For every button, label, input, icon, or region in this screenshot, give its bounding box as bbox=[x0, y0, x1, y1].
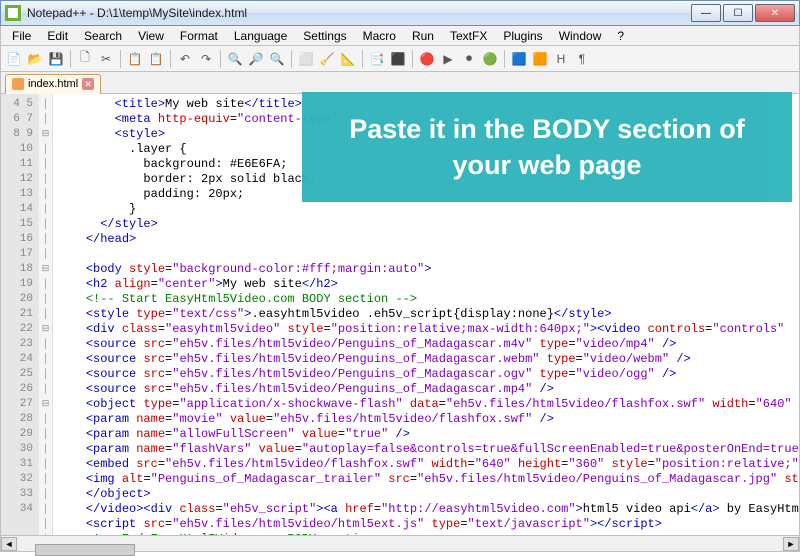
tool-btn-2[interactable]: 💾 bbox=[47, 50, 65, 68]
menu-language[interactable]: Language bbox=[227, 28, 294, 44]
menu-edit[interactable]: Edit bbox=[40, 28, 75, 44]
menu-plugins[interactable]: Plugins bbox=[496, 28, 549, 44]
tool-btn-19[interactable]: ⏺ bbox=[460, 50, 478, 68]
line-number-gutter: 4 5 6 7 8 9 10 11 12 13 14 15 16 17 18 1… bbox=[1, 94, 39, 535]
tool-btn-14[interactable]: 📐 bbox=[339, 50, 357, 68]
tool-btn-13[interactable]: 🧹 bbox=[318, 50, 336, 68]
menubar: FileEditSearchViewFormatLanguageSettings… bbox=[0, 26, 800, 46]
tool-btn-12[interactable]: ⬜ bbox=[297, 50, 315, 68]
tool-btn-10[interactable]: 🔎 bbox=[247, 50, 265, 68]
window-title: Notepad++ - D:\1\temp\MySite\index.html bbox=[27, 6, 691, 20]
tab-index-html[interactable]: index.html ✕ bbox=[5, 74, 101, 94]
menu-search[interactable]: Search bbox=[77, 28, 129, 44]
tool-btn-16[interactable]: ⬛ bbox=[389, 50, 407, 68]
tool-btn-9[interactable]: 🔍 bbox=[226, 50, 244, 68]
scroll-right-icon[interactable]: ► bbox=[783, 537, 799, 551]
minimize-button[interactable]: — bbox=[691, 4, 721, 22]
tool-btn-6[interactable]: 📋 bbox=[147, 50, 165, 68]
file-icon bbox=[12, 78, 24, 90]
menu-run[interactable]: Run bbox=[405, 28, 441, 44]
menu-view[interactable]: View bbox=[131, 28, 171, 44]
tool-btn-7[interactable]: ↶ bbox=[176, 50, 194, 68]
scroll-thumb[interactable] bbox=[35, 544, 135, 556]
tool-btn-3[interactable]: 🗋 bbox=[76, 50, 94, 68]
app-icon bbox=[5, 5, 21, 21]
fold-column[interactable]: │ │ ⊟ │ │ │ │ │ │ │ │ ⊟ │ │ │ ⊟ │ │ │ │ … bbox=[39, 94, 53, 535]
tool-btn-8[interactable]: ↷ bbox=[197, 50, 215, 68]
toolbar: 📄📂💾 🗋✂ 📋📋 ↶↷ 🔍🔎🔍 ⬜🧹📐 📑⬛ 🔴▶⏺🟢 🟦🟧H¶ bbox=[0, 46, 800, 72]
tabbar: index.html ✕ bbox=[0, 72, 800, 94]
horizontal-scrollbar[interactable]: ◄ ► bbox=[0, 536, 800, 552]
menu-[interactable]: ? bbox=[610, 28, 631, 44]
maximize-button[interactable]: ☐ bbox=[723, 4, 753, 22]
menu-format[interactable]: Format bbox=[173, 28, 225, 44]
tool-btn-21[interactable]: 🟦 bbox=[510, 50, 528, 68]
tab-label: index.html bbox=[28, 78, 78, 90]
tool-btn-18[interactable]: ▶ bbox=[439, 50, 457, 68]
close-button[interactable]: ✕ bbox=[755, 4, 795, 22]
menu-file[interactable]: File bbox=[5, 28, 38, 44]
scroll-left-icon[interactable]: ◄ bbox=[1, 537, 17, 551]
tool-btn-4[interactable]: ✂ bbox=[97, 50, 115, 68]
instruction-overlay: Paste it in the BODY section of your web… bbox=[302, 92, 792, 202]
menu-macro[interactable]: Macro bbox=[356, 28, 403, 44]
tool-btn-20[interactable]: 🟢 bbox=[481, 50, 499, 68]
tool-btn-17[interactable]: 🔴 bbox=[418, 50, 436, 68]
tool-btn-1[interactable]: 📂 bbox=[26, 50, 44, 68]
titlebar: Notepad++ - D:\1\temp\MySite\index.html … bbox=[0, 0, 800, 26]
menu-settings[interactable]: Settings bbox=[296, 28, 353, 44]
tool-btn-24[interactable]: ¶ bbox=[573, 50, 591, 68]
tool-btn-11[interactable]: 🔍 bbox=[268, 50, 286, 68]
tool-btn-0[interactable]: 📄 bbox=[5, 50, 23, 68]
tab-close-icon[interactable]: ✕ bbox=[82, 78, 94, 90]
tool-btn-22[interactable]: 🟧 bbox=[531, 50, 549, 68]
tool-btn-23[interactable]: H bbox=[552, 50, 570, 68]
tool-btn-5[interactable]: 📋 bbox=[126, 50, 144, 68]
menu-window[interactable]: Window bbox=[552, 28, 609, 44]
menu-textfx[interactable]: TextFX bbox=[443, 28, 494, 44]
tool-btn-15[interactable]: 📑 bbox=[368, 50, 386, 68]
